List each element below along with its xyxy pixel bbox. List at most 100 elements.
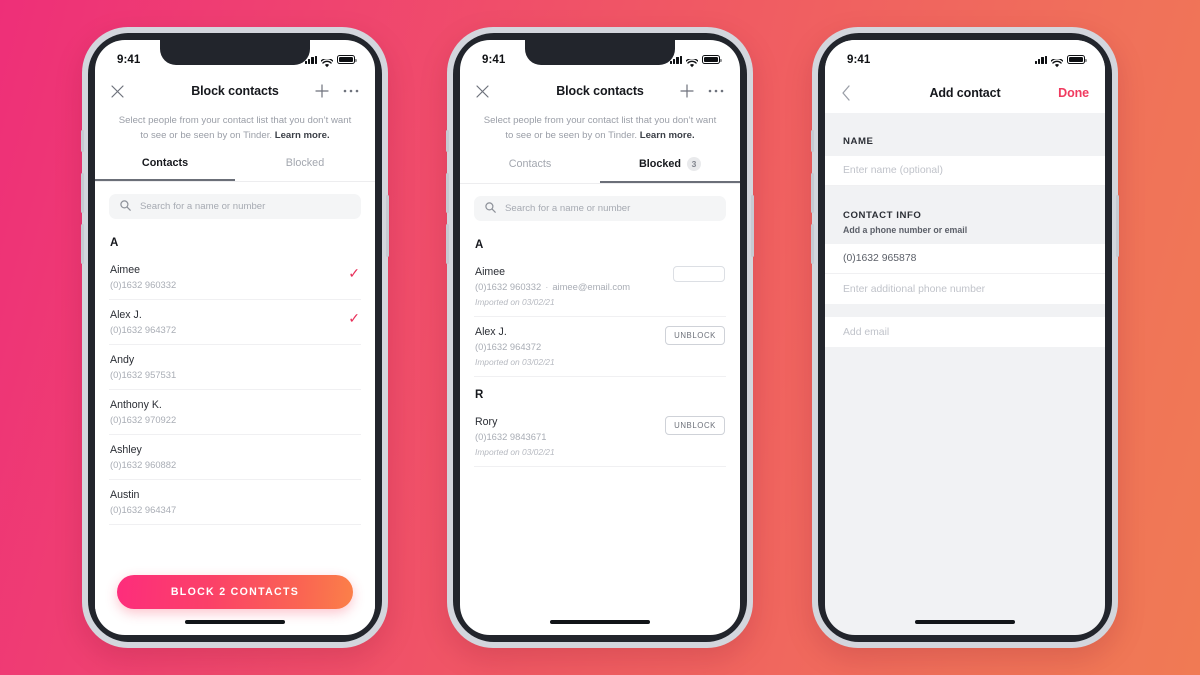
tab-contacts[interactable]: Contacts xyxy=(95,157,235,181)
mute-switch[interactable] xyxy=(446,130,449,152)
mute-switch[interactable] xyxy=(811,130,814,152)
table-row[interactable]: Alex J. (0)1632 964372 Imported on 03/02… xyxy=(474,317,726,377)
tab-blocked[interactable]: Blocked xyxy=(235,157,375,181)
contact-phone: (0)1632 960882 xyxy=(110,459,177,470)
contact-phone: (0)1632 960332 xyxy=(110,279,177,290)
volume-up-button[interactable] xyxy=(81,173,84,213)
contact-name: Aimee xyxy=(110,264,141,276)
form-spacer xyxy=(825,113,1105,126)
section-header-a: A xyxy=(475,239,484,251)
nav-left-group xyxy=(111,84,124,98)
imported-date: Imported on 03/02/21 xyxy=(475,447,555,457)
table-row[interactable]: Ashley (0)1632 960882 xyxy=(109,435,361,480)
contact-phone: (0)1632 957531 xyxy=(110,369,177,380)
power-button[interactable] xyxy=(751,195,754,257)
phone-mockup-add-contact: 9:41 Add contact Done NAME Enter name (o… xyxy=(811,27,1119,648)
add-icon[interactable] xyxy=(315,84,329,98)
check-icon[interactable]: ✓ xyxy=(348,309,360,325)
phone-mockup-blocked: 9:41 Block contacts Select people from y… xyxy=(446,27,754,648)
learn-more-link[interactable]: Learn more. xyxy=(640,130,695,141)
close-icon[interactable] xyxy=(111,84,124,98)
battery-icon xyxy=(337,55,357,64)
contact-phone: (0)1632 9843671 xyxy=(475,431,547,442)
search-input[interactable]: Search for a name or number xyxy=(109,194,361,219)
table-row[interactable]: Austin (0)1632 964347 xyxy=(109,480,361,525)
phone-field[interactable]: (0)1632 965878 xyxy=(825,244,1105,274)
unblock-button[interactable]: UNBLOCK xyxy=(665,416,725,435)
more-options-icon[interactable] xyxy=(708,89,724,93)
wifi-icon xyxy=(1050,55,1064,68)
search-placeholder: Search for a name or number xyxy=(140,201,266,212)
row-content: Austin (0)1632 964347 xyxy=(110,489,176,515)
home-indicator[interactable] xyxy=(915,620,1015,624)
more-options-icon[interactable] xyxy=(343,89,359,93)
nav-bar-3: Add contact Done xyxy=(825,73,1105,113)
back-chevron-icon[interactable] xyxy=(841,85,851,101)
imported-date: Imported on 03/02/21 xyxy=(475,297,555,307)
row-content: Aimee (0)1632 960332 xyxy=(110,264,176,290)
cellular-signal-icon xyxy=(304,55,317,64)
volume-up-button[interactable] xyxy=(811,173,814,213)
status-icons xyxy=(1034,55,1087,68)
done-button[interactable]: Done xyxy=(1058,86,1089,100)
volume-up-button[interactable] xyxy=(446,173,449,213)
contact-email: aimee@email.com xyxy=(552,281,631,292)
tab-contacts-label: Contacts xyxy=(508,158,552,170)
learn-more-link[interactable]: Learn more. xyxy=(275,130,330,141)
loading-spinner-icon xyxy=(694,269,705,280)
row-content: Alex J. (0)1632 964372 xyxy=(110,309,176,335)
add-icon[interactable] xyxy=(680,84,694,98)
detail-separator: · xyxy=(545,281,549,292)
table-row[interactable]: Anthony K. (0)1632 970922 xyxy=(109,390,361,435)
contact-phone: (0)1632 964372 xyxy=(475,341,542,352)
status-bar: 9:41 xyxy=(95,40,375,73)
tab-bar-1: Contacts Blocked xyxy=(95,157,375,181)
tab-blocked[interactable]: Blocked 3 xyxy=(600,157,740,183)
home-indicator[interactable] xyxy=(550,620,650,624)
contact-name: Ashley xyxy=(110,444,142,456)
section-header-r: R xyxy=(475,389,484,401)
search-placeholder: Search for a name or number xyxy=(505,203,631,214)
unblock-loading-button[interactable] xyxy=(673,266,725,282)
volume-down-button[interactable] xyxy=(446,224,449,264)
table-row[interactable]: Alex J. (0)1632 964372 ✓ xyxy=(109,300,361,345)
additional-phone-placeholder: Enter additional phone number xyxy=(843,283,986,295)
row-content: Ashley (0)1632 960882 xyxy=(110,444,176,470)
mute-switch[interactable] xyxy=(81,130,84,152)
table-row[interactable]: Aimee (0)1632 960332 ✓ xyxy=(109,255,361,300)
status-icons xyxy=(669,55,722,68)
screen-description-1: Select people from your contact list tha… xyxy=(95,109,375,143)
email-field[interactable]: Add email xyxy=(825,317,1105,347)
section-header-a: A xyxy=(110,237,119,249)
unblock-button[interactable]: UNBLOCK xyxy=(665,326,725,345)
power-button[interactable] xyxy=(386,195,389,257)
contact-name: Anthony K. xyxy=(110,399,162,411)
tab-active-underline xyxy=(600,181,740,183)
nav-left-group xyxy=(841,85,851,101)
table-row[interactable]: Aimee (0)1632 960332 · aimee@email.com Imp… xyxy=(474,257,726,317)
contact-name: Rory xyxy=(475,416,498,428)
nav-right-group xyxy=(680,84,724,98)
tab-contacts[interactable]: Contacts xyxy=(460,157,600,183)
name-field[interactable]: Enter name (optional) xyxy=(825,156,1105,186)
additional-phone-field[interactable]: Enter additional phone number xyxy=(825,274,1105,304)
search-container-1: Search for a name or number xyxy=(95,182,375,225)
battery-icon xyxy=(702,55,722,64)
table-row[interactable]: Andy (0)1632 957531 xyxy=(109,345,361,390)
contact-name: Alex J. xyxy=(110,309,142,321)
volume-down-button[interactable] xyxy=(811,224,814,264)
block-contacts-button[interactable]: BLOCK 2 CONTACTS xyxy=(117,575,353,609)
screenshot-stage: 9:41 Block contacts Select people from y… xyxy=(0,0,1200,675)
check-icon[interactable]: ✓ xyxy=(348,264,360,280)
contact-phone: (0)1632 960332 xyxy=(475,281,542,292)
battery-icon xyxy=(1067,55,1087,64)
power-button[interactable] xyxy=(1116,195,1119,257)
home-indicator[interactable] xyxy=(185,620,285,624)
table-row[interactable]: Rory (0)1632 9843671 Imported on 03/02/2… xyxy=(474,407,726,467)
search-input[interactable]: Search for a name or number xyxy=(474,196,726,221)
phone-screen-1: 9:41 Block contacts Select people from y… xyxy=(95,40,375,635)
volume-down-button[interactable] xyxy=(81,224,84,264)
name-section-title: NAME xyxy=(843,136,874,147)
close-icon[interactable] xyxy=(476,84,489,98)
contact-list: A Aimee (0)1632 960332 ✓ Alex J. (0)1632… xyxy=(95,225,375,525)
